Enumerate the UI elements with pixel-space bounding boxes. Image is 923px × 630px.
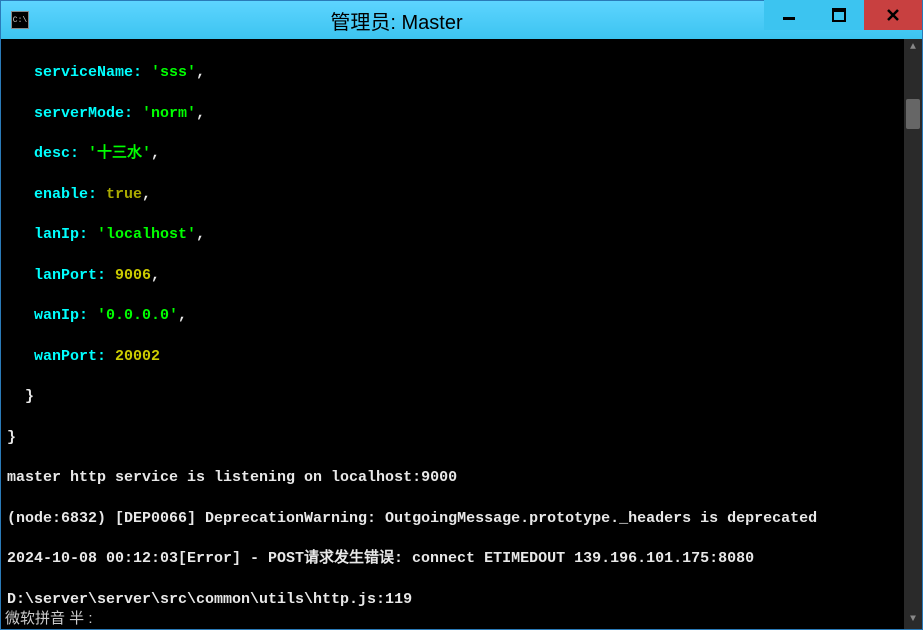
- close-button[interactable]: [864, 0, 922, 30]
- app-icon: C:\: [11, 11, 29, 29]
- config-line: serviceName: 'sss',: [7, 63, 916, 83]
- ime-status: 微软拼音 半 :: [5, 609, 93, 629]
- app-icon-text: C:\: [13, 16, 27, 25]
- window-controls: [764, 1, 922, 39]
- log-line: master http service is listening on loca…: [7, 468, 916, 488]
- log-line: 2024-10-08 00:12:03[Error] - POST请求发生错误:…: [7, 549, 916, 569]
- config-line: desc: '十三水',: [7, 144, 916, 164]
- scroll-up-icon[interactable]: ▲: [904, 39, 922, 57]
- minimize-button[interactable]: [764, 0, 814, 30]
- config-line: wanIp: '0.0.0.0',: [7, 306, 916, 326]
- config-line: wanPort: 20002: [7, 347, 916, 367]
- minimize-icon: [782, 8, 796, 22]
- brace-close: }: [7, 428, 916, 448]
- titlebar[interactable]: C:\ 管理员: Master: [1, 1, 922, 39]
- log-line: D:\server\server\src\common\utils\http.j…: [7, 590, 916, 610]
- log-line: (node:6832) [DEP0066] DeprecationWarning…: [7, 509, 916, 529]
- maximize-button[interactable]: [814, 0, 864, 30]
- config-line: lanPort: 9006,: [7, 266, 916, 286]
- config-line: lanIp: 'localhost',: [7, 225, 916, 245]
- maximize-icon: [832, 8, 846, 22]
- scrollbar-thumb[interactable]: [906, 99, 920, 129]
- config-line: serverMode: 'norm',: [7, 104, 916, 124]
- window-title: 管理员: Master: [29, 6, 764, 35]
- window-frame: C:\ 管理员: Master serviceName: 'sss', serv…: [0, 0, 923, 630]
- config-line: enable: true,: [7, 185, 916, 205]
- terminal-output[interactable]: serviceName: 'sss', serverMode: 'norm', …: [1, 39, 922, 629]
- scroll-down-icon[interactable]: ▼: [904, 611, 922, 629]
- scrollbar[interactable]: ▲ ▼: [904, 39, 922, 629]
- brace-close: }: [7, 387, 916, 407]
- close-icon: [886, 8, 900, 22]
